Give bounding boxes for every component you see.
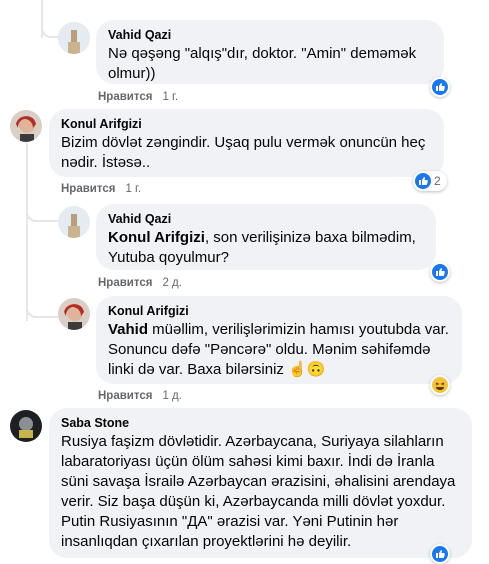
comment-actions: Нравится 1 г. [98,90,178,104]
mention-link[interactable]: Konul Arifgizi [108,229,205,246]
comment-time[interactable]: 1 д. [162,390,182,402]
avatar[interactable] [10,410,42,442]
comment-actions: Нравится 2 д. [98,276,182,290]
comment-author[interactable]: Vahid Qazi [108,212,424,227]
comment-time[interactable]: 1 г. [125,183,141,195]
haha-icon [432,377,448,393]
vahid-avatar-icon [58,22,90,54]
saba-avatar-icon [10,410,42,442]
avatar[interactable] [10,110,42,142]
comment-time[interactable]: 1 г. [162,91,178,103]
like-link[interactable]: Нравится [61,183,115,195]
avatar[interactable] [58,206,90,238]
comment-bubble: Saba Stone Rusiya faşizm dövlətidir. Azə… [49,408,472,558]
like-link[interactable]: Нравится [98,91,152,103]
avatar[interactable] [58,298,90,330]
reaction-badge[interactable]: 2 [413,171,447,191]
comment-author[interactable]: Saba Stone [61,416,460,431]
comment-text: Bizim dövlət zəngindir. Uşaq pulu vermək… [61,134,426,171]
like-link[interactable]: Нравится [98,390,152,402]
comment-text: Nə qəşəng "alqış"dır, doktor. "Amin" dem… [108,45,417,82]
comment-time[interactable]: 2 д. [162,277,182,289]
vahid-avatar-icon [58,206,90,238]
reaction-count: 2 [434,174,441,188]
comment-text-body: müəllim, verilişlərimizin hamısı youtubd… [108,321,449,378]
konul-avatar-icon [10,110,42,142]
konul-avatar-icon [58,298,90,330]
like-icon [432,546,448,562]
like-icon [432,264,448,280]
like-icon [415,173,431,189]
avatar[interactable] [58,22,90,54]
comment-text: Rusiya faşizm dövlətidir. Azərbaycana, S… [61,433,456,550]
thread-line [26,143,28,321]
comment-text: Konul Arifgizi, son verilişinizə baxa bi… [108,228,424,268]
comment-text: Vahid müəllim, verilişlərimizin hamısı y… [108,320,450,380]
reaction-badge[interactable] [430,544,450,564]
mention-link[interactable]: Vahid [108,321,148,338]
comment-bubble: Konul Arifgizi Bizim dövlət zəngindir. U… [49,109,444,177]
reaction-badge[interactable] [430,77,450,97]
comment-actions: Нравится 1 д. [98,389,182,403]
comment-author[interactable]: Vahid Qazi [108,28,432,43]
comment-bubble: Konul Arifgizi Vahid müəllim, verilişlər… [96,296,462,384]
like-link[interactable]: Нравится [98,277,152,289]
reaction-badge[interactable] [430,262,450,282]
like-icon [432,79,448,95]
thread-connector [26,296,58,318]
reaction-badge[interactable] [430,375,450,395]
comment-bubble: Vahid Qazi Konul Arifgizi, son verilişin… [96,204,436,270]
thread-connector [41,14,59,38]
comment-actions: Нравится 1 г. [61,182,141,196]
emoji-text: ☝🙃 [288,361,326,378]
thread-connector [26,200,58,222]
comment-author[interactable]: Konul Arifgizi [61,117,432,132]
comment-author[interactable]: Konul Arifgizi [108,304,450,319]
comment-bubble: Vahid Qazi Nə qəşəng "alqış"dır, doktor.… [96,20,444,84]
